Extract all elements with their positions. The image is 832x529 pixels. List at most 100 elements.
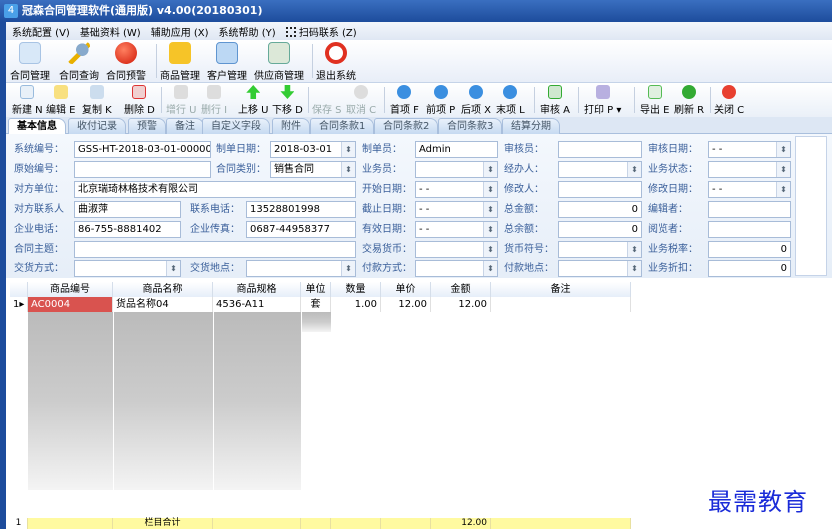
spinner-icon[interactable]: ⬍ bbox=[483, 222, 497, 237]
contact-field[interactable]: 曲淑萍 bbox=[74, 201, 181, 218]
menu-system-config[interactable]: 系统配置 (V) bbox=[12, 24, 70, 39]
contract-query-button[interactable]: 合同查询 bbox=[59, 42, 99, 82]
close-button[interactable]: 关闭 C bbox=[714, 85, 744, 116]
delivery-method-select[interactable]: ⬍ bbox=[74, 260, 181, 277]
payment-method-select[interactable]: ⬍ bbox=[415, 260, 498, 277]
customer-manage-button[interactable]: 客户管理 bbox=[207, 42, 247, 82]
review-date-field[interactable]: - - ⬍ bbox=[708, 141, 791, 158]
column-header-price[interactable]: 单价 bbox=[381, 282, 431, 297]
delivery-place-select[interactable]: ⬍ bbox=[246, 260, 356, 277]
column-header-code[interactable]: 商品编号 bbox=[28, 282, 113, 297]
approve-button[interactable]: 审核 A bbox=[540, 85, 570, 116]
column-header-unit[interactable]: 单位 bbox=[301, 282, 331, 297]
cell-spec[interactable]: 4536-A11 bbox=[213, 297, 301, 312]
contract-manage-button[interactable]: 合同管理 bbox=[10, 42, 50, 82]
spinner-icon[interactable]: ⬍ bbox=[341, 261, 355, 276]
total-balance-field[interactable]: 0 bbox=[558, 221, 642, 238]
save-button[interactable]: 保存 S bbox=[312, 85, 342, 116]
new-button[interactable]: 新建 N bbox=[12, 85, 43, 116]
last-record-button[interactable]: 末项 L bbox=[496, 85, 525, 116]
spinner-icon[interactable]: ⬍ bbox=[627, 162, 641, 177]
cell-amount[interactable]: 12.00 bbox=[431, 297, 491, 312]
print-button[interactable]: 打印 P ▾ bbox=[584, 85, 621, 116]
delete-row-button[interactable]: 删行 I bbox=[201, 85, 227, 116]
subject-field[interactable] bbox=[74, 241, 356, 258]
prev-record-button[interactable]: 前项 P bbox=[426, 85, 455, 116]
contact-phone-field[interactable]: 13528801998 bbox=[246, 201, 356, 218]
column-header-spec[interactable]: 商品规格 bbox=[213, 282, 301, 297]
spinner-icon[interactable]: ⬍ bbox=[341, 142, 355, 157]
tab-custom-fields[interactable]: 自定义字段 bbox=[202, 118, 270, 134]
tab-clause-2[interactable]: 合同条款2 bbox=[374, 118, 439, 134]
column-header-name[interactable]: 商品名称 bbox=[113, 282, 213, 297]
spinner-icon[interactable]: ⬍ bbox=[776, 142, 790, 157]
spinner-icon[interactable]: ⬍ bbox=[341, 162, 355, 177]
start-date-field[interactable]: - - ⬍ bbox=[415, 181, 498, 198]
spinner-icon[interactable]: ⬍ bbox=[627, 242, 641, 257]
cell-price[interactable]: 12.00 bbox=[381, 297, 431, 312]
spinner-icon[interactable]: ⬍ bbox=[483, 162, 497, 177]
column-header-amount[interactable]: 金额 bbox=[431, 282, 491, 297]
cell-note[interactable] bbox=[491, 297, 631, 312]
company-fax-field[interactable]: 0687-44958377 bbox=[246, 221, 356, 238]
add-row-button[interactable]: 增行 U bbox=[166, 85, 197, 116]
refresh-button[interactable]: 刷新 R bbox=[674, 85, 704, 116]
supplier-manage-button[interactable]: 供应商管理 bbox=[254, 42, 304, 82]
move-down-button[interactable]: 下移 D bbox=[272, 85, 303, 116]
editor-field[interactable] bbox=[708, 201, 791, 218]
handler-select[interactable]: ⬍ bbox=[558, 161, 642, 178]
company-phone-field[interactable]: 86-755-8881402 bbox=[74, 221, 181, 238]
edit-button[interactable]: 编辑 E bbox=[46, 85, 76, 116]
copy-button[interactable]: 复制 K bbox=[82, 85, 112, 116]
currency-select[interactable]: ⬍ bbox=[415, 241, 498, 258]
original-no-field[interactable] bbox=[74, 161, 211, 178]
discount-field[interactable]: 0 bbox=[708, 260, 791, 277]
contract-alert-button[interactable]: 合同预警 bbox=[106, 42, 146, 82]
modify-date-field[interactable]: - - ⬍ bbox=[708, 181, 791, 198]
first-record-button[interactable]: 首项 F bbox=[390, 85, 419, 116]
reviewer-field[interactable] bbox=[558, 141, 642, 158]
viewer-field[interactable] bbox=[708, 221, 791, 238]
spinner-icon[interactable]: ⬍ bbox=[627, 261, 641, 276]
salesperson-select[interactable]: ⬍ bbox=[415, 161, 498, 178]
business-status-select[interactable]: ⬍ bbox=[708, 161, 791, 178]
system-no-field[interactable]: GSS-HT-2018-03-01-000003 bbox=[74, 141, 211, 158]
tab-clause-1[interactable]: 合同条款1 bbox=[310, 118, 375, 134]
menu-scan-contact[interactable]: 扫码联系 (Z) bbox=[285, 24, 357, 39]
payment-place-select[interactable]: ⬍ bbox=[558, 260, 642, 277]
cell-qty[interactable]: 1.00 bbox=[331, 297, 381, 312]
spinner-icon[interactable]: ⬍ bbox=[776, 182, 790, 197]
modifier-field[interactable] bbox=[558, 181, 642, 198]
total-amount-field[interactable]: 0 bbox=[558, 201, 642, 218]
product-manage-button[interactable]: 商品管理 bbox=[160, 42, 200, 82]
contract-type-select[interactable]: 销售合同 ⬍ bbox=[270, 161, 356, 178]
menu-utilities[interactable]: 辅助应用 (X) bbox=[151, 24, 209, 39]
column-header-qty[interactable]: 数量 bbox=[331, 282, 381, 297]
delete-button[interactable]: 删除 D bbox=[124, 85, 155, 116]
tab-notes[interactable]: 备注 bbox=[166, 118, 204, 134]
create-date-field[interactable]: 2018-03-01 ⬍ bbox=[270, 141, 356, 158]
currency-symbol-select[interactable]: ⬍ bbox=[558, 241, 642, 258]
tab-clause-3[interactable]: 合同条款3 bbox=[438, 118, 503, 134]
menu-basic-data[interactable]: 基础资料 (W) bbox=[80, 24, 141, 39]
export-button[interactable]: 导出 E bbox=[640, 85, 670, 116]
spinner-icon[interactable]: ⬍ bbox=[483, 261, 497, 276]
end-date-field[interactable]: - - ⬍ bbox=[415, 201, 498, 218]
tab-alerts[interactable]: 预警 bbox=[128, 118, 166, 134]
tab-attachments[interactable]: 附件 bbox=[272, 118, 310, 134]
spinner-icon[interactable]: ⬍ bbox=[483, 202, 497, 217]
menu-help[interactable]: 系统帮助 (Y) bbox=[219, 24, 276, 39]
spinner-icon[interactable]: ⬍ bbox=[776, 162, 790, 177]
tab-basic-info[interactable]: 基本信息 bbox=[8, 118, 66, 134]
spinner-icon[interactable]: ⬍ bbox=[483, 182, 497, 197]
tax-rate-field[interactable]: 0 bbox=[708, 241, 791, 258]
exit-system-button[interactable]: 退出系统 bbox=[316, 42, 356, 82]
creator-field[interactable]: Admin bbox=[415, 141, 498, 158]
spinner-icon[interactable]: ⬍ bbox=[166, 261, 180, 276]
move-up-button[interactable]: 上移 U bbox=[238, 85, 269, 116]
counterparty-field[interactable]: 北京瑞琦林格技术有限公司 bbox=[74, 181, 356, 198]
tab-settlement[interactable]: 结算分期 bbox=[502, 118, 560, 134]
valid-date-field[interactable]: - - ⬍ bbox=[415, 221, 498, 238]
spinner-icon[interactable]: ⬍ bbox=[483, 242, 497, 257]
cell-unit[interactable]: 套 bbox=[301, 297, 331, 312]
